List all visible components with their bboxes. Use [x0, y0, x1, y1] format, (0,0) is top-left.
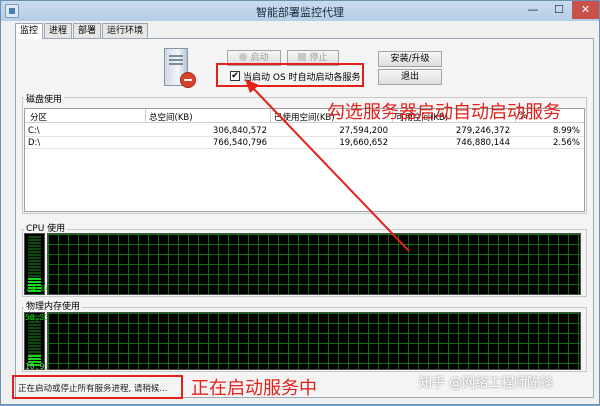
annotation-arrow [245, 79, 410, 252]
annotation-autostart-note: 勾选服务器启动自动启动服务 [327, 102, 561, 123]
watermark: 知乎 @网络工程师陈锋 [419, 376, 554, 391]
annotation-status-note: 正在启动服务中 [191, 378, 317, 399]
main-window: 智能部署监控代理 — ☐ ✕ 监控 进程 部署 运行环境 启动 停止 安装/升级… [0, 0, 600, 405]
